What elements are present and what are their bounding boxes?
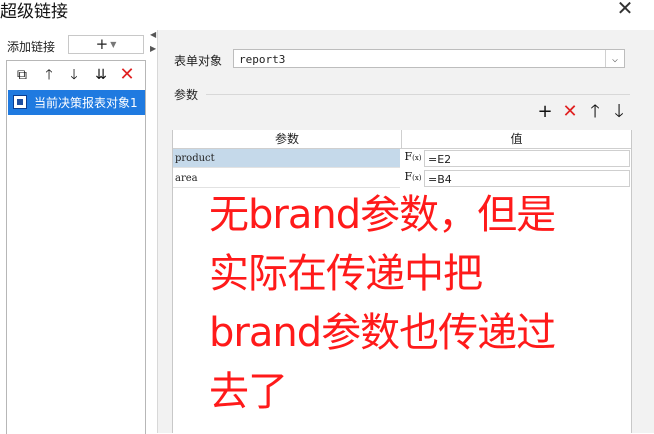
add-link-button[interactable]: + ▼ — [68, 35, 144, 54]
delete-icon[interactable]: ✕ — [118, 66, 136, 84]
report-object-icon — [13, 95, 27, 109]
form-object-label: 表单对象 — [174, 54, 223, 68]
delete-icon[interactable]: ✕ — [560, 102, 580, 122]
link-list-pane: 添加链接 + ▼ ⧉ 🡑 🡓 ⇊ ✕ 当前决策报表对象1 — [0, 30, 148, 434]
arrow-down-icon[interactable]: 🡓 — [65, 66, 83, 84]
window-title: 超级链接 — [0, 2, 68, 22]
pane-splitter[interactable]: ◀ ▶ — [150, 30, 156, 433]
arrow-down-icon[interactable]: 🡓 — [609, 102, 629, 122]
move-to-bottom-icon[interactable]: ⇊ — [92, 66, 110, 84]
window-titlebar: 超级链接 ✕ — [0, 0, 654, 26]
list-item[interactable]: 当前决策报表对象1 — [8, 90, 145, 115]
link-list-toolbar: ⧉ 🡑 🡓 ⇊ ✕ — [7, 64, 145, 86]
annotation-line: 实际在传递中把 — [209, 251, 483, 297]
table-row[interactable]: product F(x) =E2 — [173, 149, 631, 169]
add-icon[interactable]: + — [535, 102, 555, 122]
column-header-param[interactable]: 参数 — [173, 130, 402, 149]
section-divider — [206, 94, 630, 95]
column-header-value[interactable]: 值 — [402, 130, 631, 149]
param-name-cell[interactable]: product — [173, 149, 400, 168]
chevron-down-icon: ▼ — [110, 39, 117, 49]
expand-right-icon[interactable]: ▶ — [150, 44, 156, 53]
plus-icon: + — [95, 35, 109, 53]
form-object-value: report3 — [239, 53, 286, 66]
close-icon[interactable]: ✕ — [614, 0, 636, 20]
copy-icon[interactable]: ⧉ — [13, 66, 31, 84]
param-value-input[interactable]: =E2 — [424, 150, 630, 167]
params-section-label: 参数 — [174, 88, 199, 102]
list-item-label: 当前决策报表对象1 — [34, 96, 138, 110]
annotation-line: brand参数也传递过 — [209, 310, 556, 356]
annotation-line: 无brand参数，但是 — [209, 192, 556, 238]
chevron-down-icon[interactable]: ⌵ — [605, 50, 624, 67]
collapse-left-icon[interactable]: ◀ — [150, 30, 156, 39]
arrow-up-icon[interactable]: 🡑 — [585, 102, 605, 122]
add-link-label: 添加链接 — [7, 40, 56, 54]
annotation-line: 去了 — [209, 369, 288, 415]
annotation-text: 无brand参数，但是 实际在传递中把 brand参数也传递过 去了 — [209, 186, 639, 422]
link-list: ⧉ 🡑 🡓 ⇊ ✕ 当前决策报表对象1 — [6, 60, 146, 434]
param-value-input[interactable]: =B4 — [424, 170, 630, 187]
formula-icon[interactable]: F(x) — [402, 149, 424, 168]
form-object-select[interactable]: report3 ⌵ — [233, 49, 625, 68]
arrow-up-icon[interactable]: 🡑 — [40, 66, 58, 84]
